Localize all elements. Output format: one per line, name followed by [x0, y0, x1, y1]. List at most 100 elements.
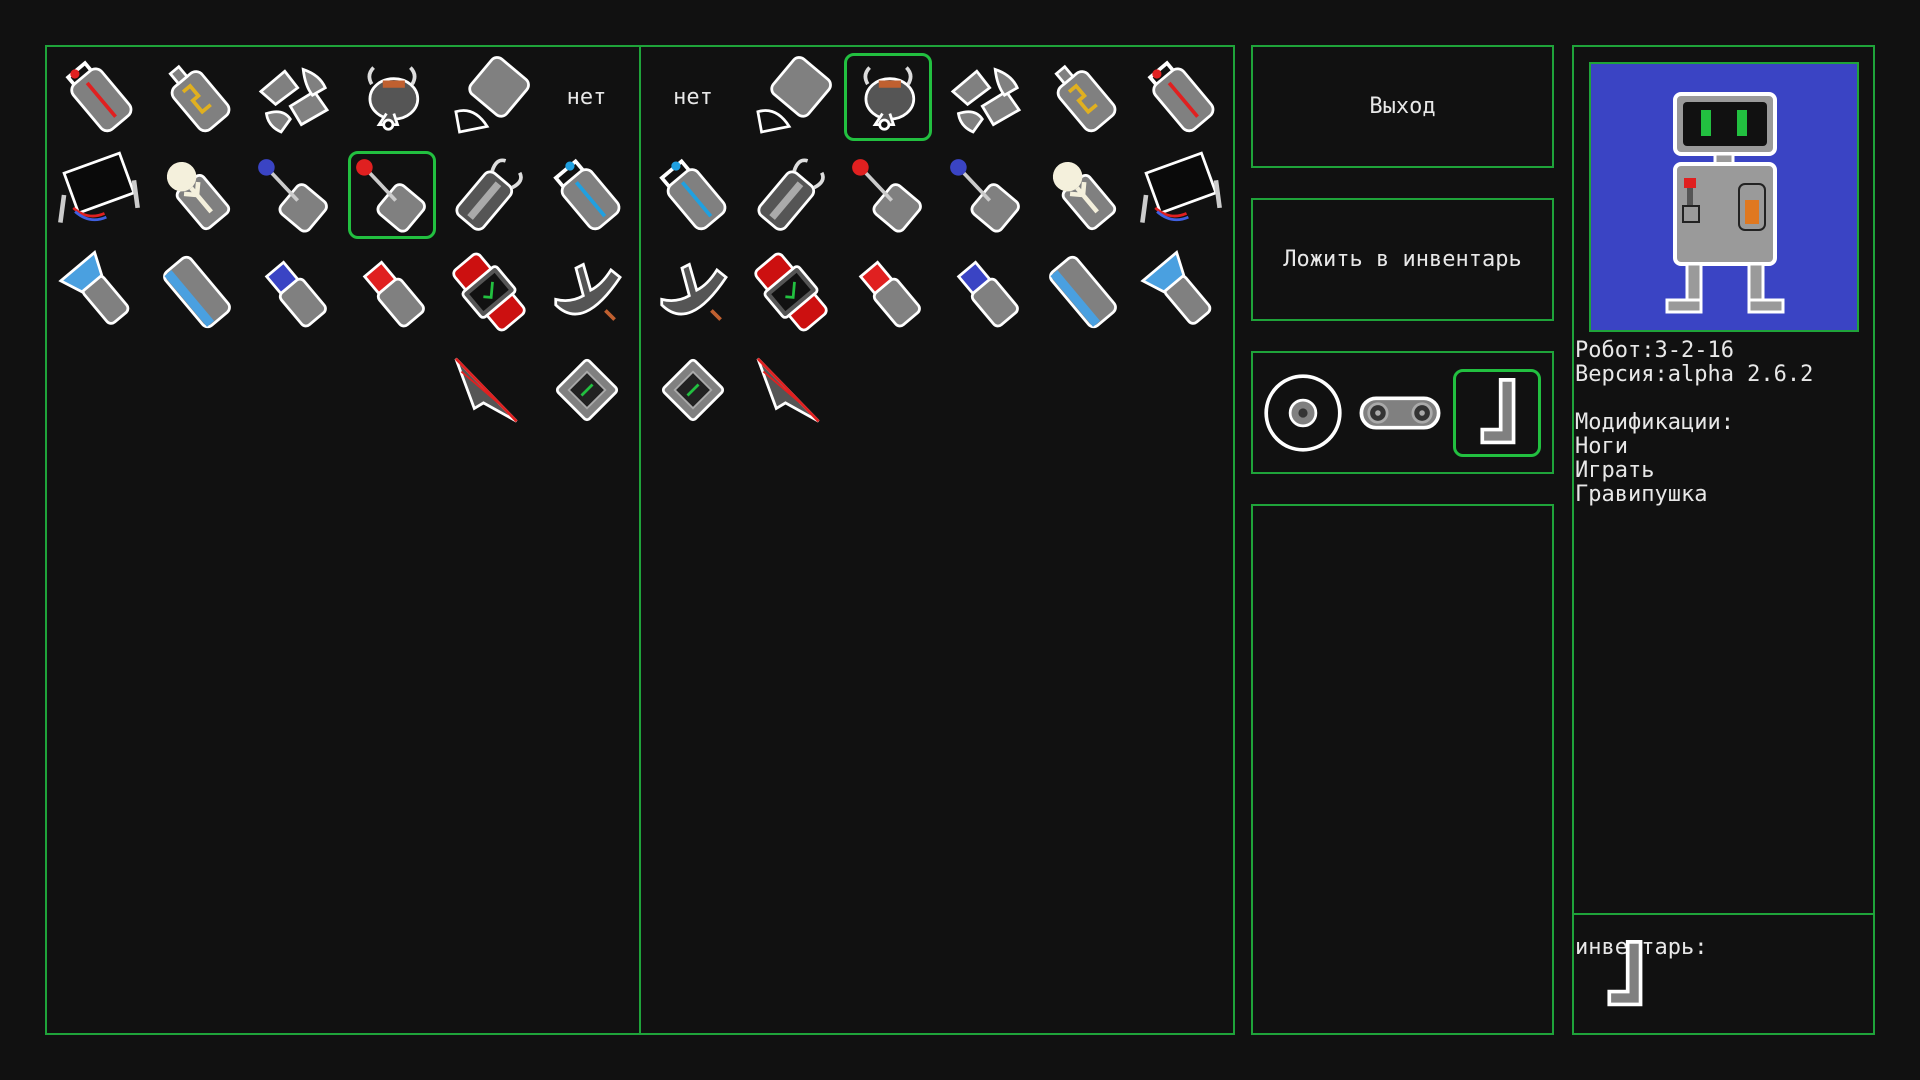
robot-info-panel: Робот:3-2-16 Версия:alpha 2.6.2 Модифика…: [1572, 45, 1875, 1035]
right-item-slot[interactable]: [942, 151, 1030, 239]
diamond-plate-icon: [661, 358, 725, 421]
exit-button-label: Выход: [1369, 94, 1436, 119]
left-item-slot[interactable]: [445, 248, 533, 336]
mobility-option[interactable]: [1453, 369, 1541, 457]
mobility-selector: [1251, 351, 1554, 474]
right-item-slot[interactable]: [844, 53, 932, 141]
screen-device-icon: [58, 150, 140, 223]
claw-gripper-icon: [863, 66, 916, 131]
detail-panel: [1251, 504, 1554, 1035]
left-item-slot-empty[interactable]: нет: [543, 53, 631, 141]
cell-blue-icon: [162, 255, 231, 329]
lamp-fork-icon: [1052, 161, 1117, 230]
wheel-icon: [1264, 374, 1342, 452]
left-item-slot[interactable]: [445, 151, 533, 239]
diamond-plate-icon: [555, 358, 618, 421]
claw-gripper-icon: [367, 66, 419, 131]
battery-red-icon: [1146, 60, 1214, 133]
leg-icon: [1480, 378, 1516, 445]
cell-blue-icon: [1049, 255, 1117, 329]
battery-blue-icon: [552, 158, 620, 230]
arrow-head-icon: [454, 357, 518, 422]
left-item-slot[interactable]: [348, 53, 436, 141]
wrist-watch-icon: [753, 252, 828, 332]
bone-joint-icon: [258, 67, 330, 134]
right-item-slot[interactable]: [942, 248, 1030, 336]
right-item-slot[interactable]: [844, 151, 932, 239]
bracket-arm-icon: [660, 262, 728, 321]
right-item-slot[interactable]: [1137, 248, 1225, 336]
left-item-slot[interactable]: [445, 346, 533, 434]
battery-blue-icon: [659, 158, 727, 230]
left-item-slot[interactable]: [55, 53, 143, 141]
left-item-slot[interactable]: [55, 248, 143, 336]
left-item-slot[interactable]: [153, 53, 241, 141]
mod-item: Ноги: [1575, 434, 1628, 459]
battery-yellow-icon: [167, 64, 230, 133]
right-item-slot[interactable]: [747, 151, 835, 239]
right-item-slot[interactable]: [844, 248, 932, 336]
chip-red-icon: [362, 260, 425, 328]
exit-button[interactable]: Выход: [1251, 45, 1554, 168]
arrow-head-icon: [756, 357, 820, 422]
right-item-slot[interactable]: [747, 53, 835, 141]
wrist-watch-icon: [452, 252, 526, 332]
chip-blue-icon: [956, 260, 1019, 328]
put-in-inventory-button[interactable]: Ложить в инвентарь: [1251, 198, 1554, 321]
left-item-slot[interactable]: [543, 248, 631, 336]
right-items-panel: нет: [639, 45, 1235, 1035]
flashlight-icon: [58, 250, 130, 325]
right-item-slot[interactable]: [1039, 151, 1127, 239]
left-item-slot[interactable]: [250, 53, 338, 141]
left-item-slot[interactable]: [153, 248, 241, 336]
robot-portrait-icon: [1665, 92, 1785, 314]
left-item-slot[interactable]: [543, 151, 631, 239]
right-item-slot[interactable]: [1137, 53, 1225, 141]
track-tread-icon: [1359, 396, 1441, 430]
right-item-slot[interactable]: [1039, 53, 1127, 141]
right-item-slot[interactable]: [649, 248, 737, 336]
mod-item: Играть: [1575, 458, 1655, 483]
robot-name: Робот:3-2-16: [1575, 338, 1734, 363]
left-item-slot[interactable]: [250, 248, 338, 336]
lever-blue-icon: [949, 158, 1020, 233]
right-item-slot[interactable]: [1039, 248, 1127, 336]
battery-yellow-icon: [1054, 64, 1117, 133]
lamp-fork-icon: [166, 161, 230, 230]
put-in-inventory-label: Ложить в инвентарь: [1283, 247, 1522, 272]
canister-gray-icon: [756, 158, 825, 231]
bone-joint-icon: [950, 67, 1021, 134]
right-item-slot[interactable]: [649, 346, 737, 434]
chip-blue-icon: [264, 260, 327, 328]
bracket-arm-icon: [553, 262, 622, 321]
leg-icon: [1607, 940, 1643, 1007]
left-item-slot[interactable]: [153, 151, 241, 239]
left-items-panel: нет: [45, 45, 641, 1035]
right-item-slot-empty[interactable]: нет: [649, 53, 737, 141]
left-item-slot[interactable]: [445, 53, 533, 141]
robot-version: Версия:alpha 2.6.2: [1575, 362, 1814, 387]
block-foot-icon: [454, 56, 530, 134]
left-item-slot[interactable]: [55, 150, 143, 239]
chip-red-icon: [858, 260, 921, 328]
canister-gray-icon: [455, 158, 523, 231]
inventory-slot[interactable]: [1580, 931, 1668, 1019]
right-item-slot[interactable]: [649, 151, 737, 239]
right-item-slot[interactable]: [747, 248, 835, 336]
right-item-slot[interactable]: [1137, 150, 1225, 239]
left-item-slot[interactable]: [543, 346, 631, 434]
left-item-slot[interactable]: [250, 151, 338, 239]
left-item-slot[interactable]: [347, 150, 436, 239]
right-item-slot[interactable]: [942, 53, 1030, 141]
right-item-slot[interactable]: [747, 346, 835, 434]
lever-blue-icon: [258, 158, 328, 233]
screen-device-icon: [1139, 150, 1222, 223]
mobility-option[interactable]: [1259, 369, 1347, 457]
flashlight-icon: [1139, 250, 1211, 325]
mobility-option[interactable]: [1356, 369, 1444, 457]
left-item-slot[interactable]: [348, 248, 436, 336]
robot-portrait: [1589, 62, 1859, 332]
mods-heading: Модификации:: [1575, 410, 1734, 435]
inventory-box: [1572, 913, 1875, 1033]
mod-item: Гравипушка: [1575, 482, 1708, 507]
